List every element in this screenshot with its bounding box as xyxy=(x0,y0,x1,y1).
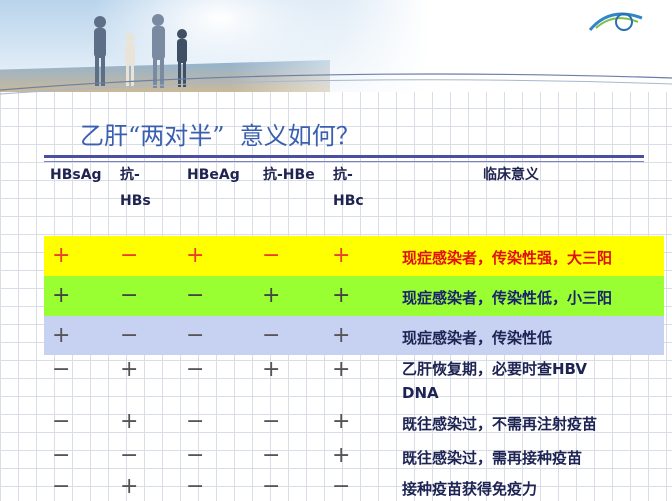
marker-cell: − xyxy=(186,357,205,382)
marker-cell: − xyxy=(52,443,71,468)
marker-cell: + xyxy=(52,243,71,268)
table-row: − + − + + 乙肝恢复期，必要时查HBV DNA xyxy=(44,355,664,405)
col-anti-hbs-line2: HBs xyxy=(120,193,151,209)
marker-cell: + xyxy=(332,283,351,308)
col-anti-hbc-header: 抗- HBc xyxy=(333,162,364,214)
table-row: + − − + + 现症感染者，传染性低，小三阳 xyxy=(44,276,664,316)
marker-cell: + xyxy=(52,323,71,348)
marker-cell: + xyxy=(120,357,139,382)
marker-cell: − xyxy=(186,474,205,499)
marker-cell: − xyxy=(52,357,71,382)
marker-cell: − xyxy=(186,323,205,348)
col-anti-hbs-header: 抗- HBs xyxy=(120,162,151,214)
marker-cell: − xyxy=(262,409,281,434)
col-hbeag-header: HBeAg xyxy=(187,167,240,183)
marker-cell: + xyxy=(332,443,351,468)
marker-cell: − xyxy=(262,243,281,268)
col-anti-hbc-line2: HBc xyxy=(333,193,364,209)
clinical-meaning: 现症感染者，传染性强，大三阳 xyxy=(402,249,613,267)
table-row: − + − − + 既往感染过，不需再注射疫苗 xyxy=(44,405,664,439)
banner-swoosh xyxy=(0,73,672,95)
col-anti-hbs-line1: 抗- xyxy=(120,167,140,183)
marker-cell: + xyxy=(332,243,351,268)
table-row: + − + − + 现症感染者，传染性强，大三阳 xyxy=(44,236,664,276)
clinical-meaning: 既往感染过，不需再注射疫苗 xyxy=(402,415,598,433)
marker-cell: + xyxy=(262,357,281,382)
marker-cell: − xyxy=(186,409,205,434)
marker-cell: + xyxy=(332,357,351,382)
page-title: 乙肝“两对半” 意义如何？ xyxy=(80,122,360,150)
marker-cell: + xyxy=(120,474,139,499)
marker-cell: − xyxy=(262,443,281,468)
marker-cell: + xyxy=(52,283,71,308)
marker-cell: − xyxy=(262,323,281,348)
clinical-meaning: 接种疫苗获得免疫力 xyxy=(402,480,538,498)
clinical-meaning: 现症感染者，传染性低，小三阳 xyxy=(402,289,613,307)
clinical-meaning-line2: DNA xyxy=(402,384,439,402)
marker-cell: − xyxy=(120,443,139,468)
logo-icon xyxy=(588,12,643,31)
marker-cell: − xyxy=(52,409,71,434)
table-row: − + − − − 接种疫苗获得免疫力 xyxy=(44,473,664,501)
marker-cell: − xyxy=(262,474,281,499)
marker-cell: + xyxy=(332,409,351,434)
marker-cell: − xyxy=(186,443,205,468)
marker-cell: + xyxy=(332,323,351,348)
clinical-meaning-line1: 乙肝恢复期，必要时查HBV xyxy=(402,360,587,378)
clinical-meaning: 乙肝恢复期，必要时查HBV DNA xyxy=(402,357,587,405)
marker-cell: − xyxy=(120,243,139,268)
table-row: − − − − + 既往感染过，需再接种疫苗 xyxy=(44,439,664,473)
marker-cell: − xyxy=(52,474,71,499)
col-anti-hbc-line1: 抗- xyxy=(333,167,353,183)
table-row: + − − − + 现症感染者，传染性低 xyxy=(44,316,664,355)
col-hbsag-header: HBsAg xyxy=(50,167,102,183)
header-rule xyxy=(44,155,644,158)
marker-cell: + xyxy=(262,283,281,308)
marker-cell: − xyxy=(332,474,351,499)
clinical-meaning: 既往感染过，需再接种疫苗 xyxy=(402,449,583,467)
marker-cell: − xyxy=(186,283,205,308)
marker-cell: + xyxy=(186,243,205,268)
marker-cell: − xyxy=(120,283,139,308)
col-clinical-meaning-header: 临床意义 xyxy=(483,167,539,183)
marker-cell: + xyxy=(120,409,139,434)
col-anti-hbe-header: 抗-HBe xyxy=(263,167,315,183)
marker-cell: − xyxy=(120,323,139,348)
clinical-meaning: 现症感染者，传染性低 xyxy=(402,329,553,347)
